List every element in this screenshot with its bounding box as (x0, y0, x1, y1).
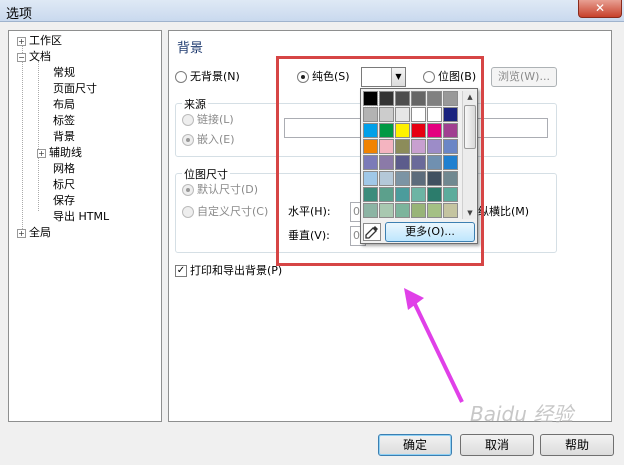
page-title: 背景 (177, 41, 204, 56)
cancel-button[interactable]: 取消 (460, 434, 534, 456)
option-label: 自定义尺寸(C) (197, 205, 269, 218)
tree-item-labels[interactable]: 标签 (53, 113, 75, 128)
tree-item-global[interactable]: + 全局 (17, 225, 51, 240)
tree-item-document[interactable]: − 文档 (17, 49, 51, 64)
tree-item-label: 辅助线 (49, 146, 82, 159)
radio-selected-icon[interactable] (182, 134, 194, 146)
aspect-ratio-label: 纵横比(M) (478, 205, 530, 218)
link-option[interactable]: 链接(L) (182, 112, 234, 128)
options-tree: + 工作区 − 文档 常规 页面尺寸 布局 标签 背景 + 辅助线 网格 标尺 保存 … (8, 30, 162, 422)
tree-item-background[interactable]: 背景 (53, 129, 75, 144)
option-label: 嵌入(E) (197, 133, 235, 146)
expand-icon[interactable]: + (37, 148, 46, 158)
tree-item-export-html[interactable]: 导出 HTML (53, 209, 109, 224)
custom-size-option[interactable]: 自定义尺寸(C) (182, 204, 268, 220)
dialog-footer: 确定 取消 帮助 (0, 426, 624, 465)
print-export-checkbox[interactable]: ✓ 打印和导出背景(P) (175, 263, 282, 279)
expand-icon[interactable]: + (17, 228, 26, 238)
tree-item-guidelines[interactable]: + 辅助线 (37, 145, 82, 160)
tree-item-label: 页面尺寸 (53, 82, 97, 95)
tree-guide-line (22, 45, 23, 231)
tree-item-workspace[interactable]: + 工作区 (17, 33, 62, 48)
tree-item-label: 背景 (53, 130, 75, 143)
tree-item-label: 标尺 (53, 178, 75, 191)
arrow-shaft (410, 297, 464, 403)
option-label: 链接(L) (197, 113, 234, 126)
help-button[interactable]: 帮助 (540, 434, 614, 456)
close-button[interactable]: ✕ (578, 0, 622, 18)
radio-icon[interactable] (182, 206, 194, 218)
tree-item-label: 导出 HTML (53, 210, 110, 223)
title-bar: 选项 ✕ (0, 0, 624, 22)
tree-item-label: 全局 (29, 226, 51, 239)
default-size-option[interactable]: 默认尺寸(D) (182, 182, 258, 198)
tree-item-rulers[interactable]: 标尺 (53, 177, 75, 192)
group-title: 来源 (182, 96, 208, 112)
tree-item-label: 文档 (29, 50, 51, 63)
window-title: 选项 (6, 7, 33, 22)
check-icon[interactable]: ✓ (175, 265, 187, 277)
no-background-option[interactable]: 无背景(N) (175, 69, 240, 85)
tree-item-label: 常规 (53, 66, 75, 79)
radio-icon[interactable] (182, 114, 194, 126)
ok-button[interactable]: 确定 (378, 434, 452, 456)
option-label: 默认尺寸(D) (197, 183, 259, 196)
tree-item-label: 标签 (53, 114, 75, 127)
tree-item-save[interactable]: 保存 (53, 193, 75, 208)
tree-guide-line (38, 61, 39, 211)
tree-item-general[interactable]: 常规 (53, 65, 75, 80)
radio-selected-icon[interactable] (182, 184, 194, 196)
tree-item-label: 工作区 (29, 34, 62, 47)
highlight-frame (276, 56, 484, 266)
collapse-icon[interactable]: − (17, 52, 26, 62)
option-label: 打印和导出背景(P) (190, 264, 283, 277)
tree-item-label: 布局 (53, 98, 75, 111)
option-label: 无背景(N) (190, 70, 240, 83)
tree-item-page-size[interactable]: 页面尺寸 (53, 81, 97, 96)
embed-option[interactable]: 嵌入(E) (182, 132, 235, 148)
expand-icon[interactable]: + (17, 36, 26, 46)
watermark: Baidu 经验 (470, 402, 574, 426)
pointer-arrow (404, 288, 464, 403)
tree-item-label: 网格 (53, 162, 75, 175)
browse-button[interactable]: 浏览(W)... (491, 67, 557, 87)
group-title: 位图尺寸 (182, 166, 230, 182)
tree-item-layout[interactable]: 布局 (53, 97, 75, 112)
radio-icon[interactable] (175, 71, 187, 83)
tree-item-label: 保存 (53, 194, 75, 207)
tree-item-grid[interactable]: 网格 (53, 161, 75, 176)
